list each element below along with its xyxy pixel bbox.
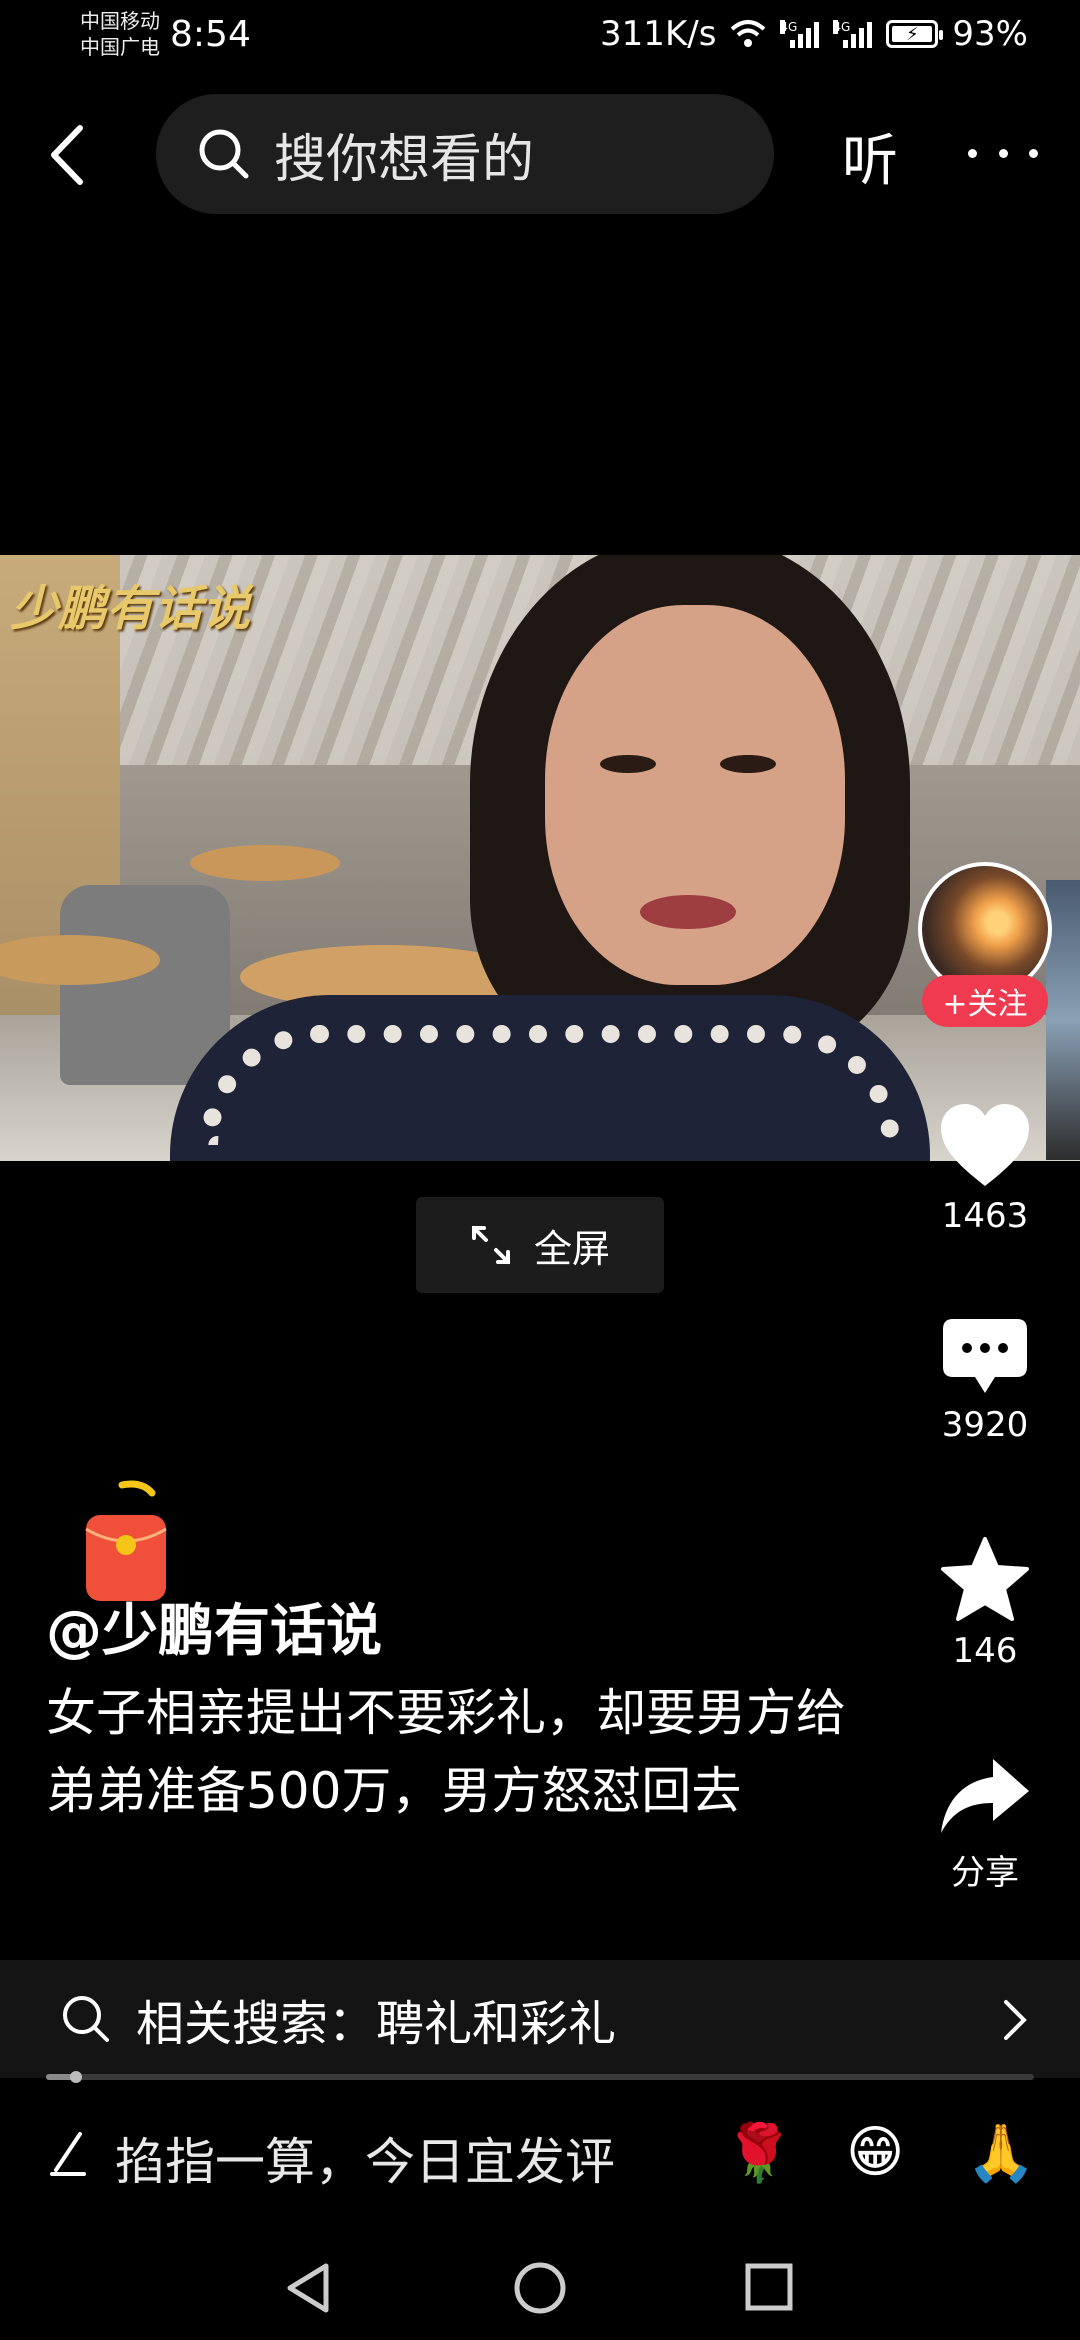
pen-icon bbox=[50, 2132, 86, 2176]
share-button[interactable]: 分享 bbox=[920, 1755, 1050, 1894]
comment-button[interactable]: 3920 bbox=[920, 1315, 1050, 1445]
favorite-count: 146 bbox=[952, 1631, 1018, 1671]
progress-knob[interactable] bbox=[69, 2071, 82, 2083]
status-bar: 中国移动 中国广电 8:54 311K/s 4G 4G ⚡ 93% bbox=[0, 0, 1080, 80]
related-search-label: 相关搜索：聘礼和彩礼 bbox=[136, 1996, 617, 2052]
clock: 8:54 bbox=[170, 14, 251, 55]
author-name[interactable]: @少鹏有话说 bbox=[46, 1586, 382, 1667]
video-progress-bar[interactable] bbox=[46, 2071, 1034, 2083]
more-dot-icon bbox=[1029, 148, 1038, 158]
nav-recents-icon[interactable] bbox=[744, 2262, 794, 2312]
pray-emoji-button[interactable]: 🙏 bbox=[966, 2120, 1036, 2186]
favorite-button[interactable]: 146 bbox=[920, 1535, 1050, 1671]
nav-back-icon[interactable] bbox=[282, 2260, 334, 2316]
carrier-2: 中国广电 bbox=[80, 35, 160, 59]
rose-emoji-button[interactable]: 🌹 bbox=[724, 2120, 794, 2186]
expand-icon bbox=[471, 1226, 510, 1264]
signal-icon-2: 4G bbox=[833, 20, 873, 48]
comment-icon bbox=[943, 1319, 1027, 1393]
back-button[interactable] bbox=[40, 120, 100, 190]
more-dot-icon bbox=[968, 148, 977, 158]
search-icon bbox=[199, 129, 249, 179]
status-indicators: 311K/s 4G 4G ⚡ 93% bbox=[600, 14, 1028, 54]
star-icon bbox=[941, 1537, 1029, 1621]
related-search-bar[interactable]: 相关搜索：聘礼和彩礼 bbox=[0, 1960, 1080, 2078]
top-bar: 搜你想看的 听 bbox=[0, 90, 1080, 220]
share-label: 分享 bbox=[951, 1853, 1019, 1893]
system-nav-bar bbox=[0, 2230, 1080, 2340]
net-speed: 311K/s bbox=[600, 14, 717, 54]
battery-icon: ⚡ bbox=[886, 20, 944, 48]
wifi-icon bbox=[731, 20, 766, 47]
heart-icon bbox=[941, 1104, 1029, 1186]
video-player[interactable]: 少鹏有话说 bbox=[0, 555, 1080, 1161]
like-count: 1463 bbox=[941, 1196, 1029, 1236]
fullscreen-button[interactable]: 全屏 bbox=[416, 1197, 664, 1293]
carrier-1: 中国移动 bbox=[80, 9, 160, 33]
video-watermark: 少鹏有话说 bbox=[10, 581, 251, 637]
listen-button[interactable]: 听 bbox=[842, 116, 898, 197]
nav-home-icon[interactable] bbox=[512, 2260, 568, 2316]
comment-input-bar[interactable]: 掐指一算，今日宜发评 🌹 😁 🙏 bbox=[0, 2098, 1080, 2208]
comment-prompt: 掐指一算，今日宜发评 bbox=[115, 2133, 615, 2191]
more-options-button[interactable] bbox=[968, 118, 1038, 188]
comment-count: 3920 bbox=[941, 1405, 1029, 1445]
search-placeholder: 搜你想看的 bbox=[274, 129, 535, 190]
more-dot-icon bbox=[998, 148, 1008, 158]
grin-emoji-button[interactable]: 😁 bbox=[846, 2120, 904, 2185]
video-description: 女子相亲提出不要彩礼，却要男方给弟弟准备500万，男方怒怼回去 bbox=[46, 1684, 846, 1820]
back-arrow-icon bbox=[51, 125, 83, 185]
battery-percent: 93% bbox=[952, 14, 1028, 54]
chevron-right-icon bbox=[1004, 2000, 1027, 2040]
signal-icon-1: 4G bbox=[780, 20, 820, 48]
like-button[interactable]: 1463 bbox=[920, 1100, 1050, 1236]
follow-button[interactable]: +关注 bbox=[922, 975, 1048, 1027]
carrier-names: 中国移动 中国广电 bbox=[80, 8, 160, 60]
share-arrow-icon bbox=[941, 1759, 1029, 1833]
fullscreen-label: 全屏 bbox=[533, 1226, 610, 1271]
search-input[interactable]: 搜你想看的 bbox=[156, 94, 774, 214]
search-icon bbox=[63, 1996, 109, 2042]
